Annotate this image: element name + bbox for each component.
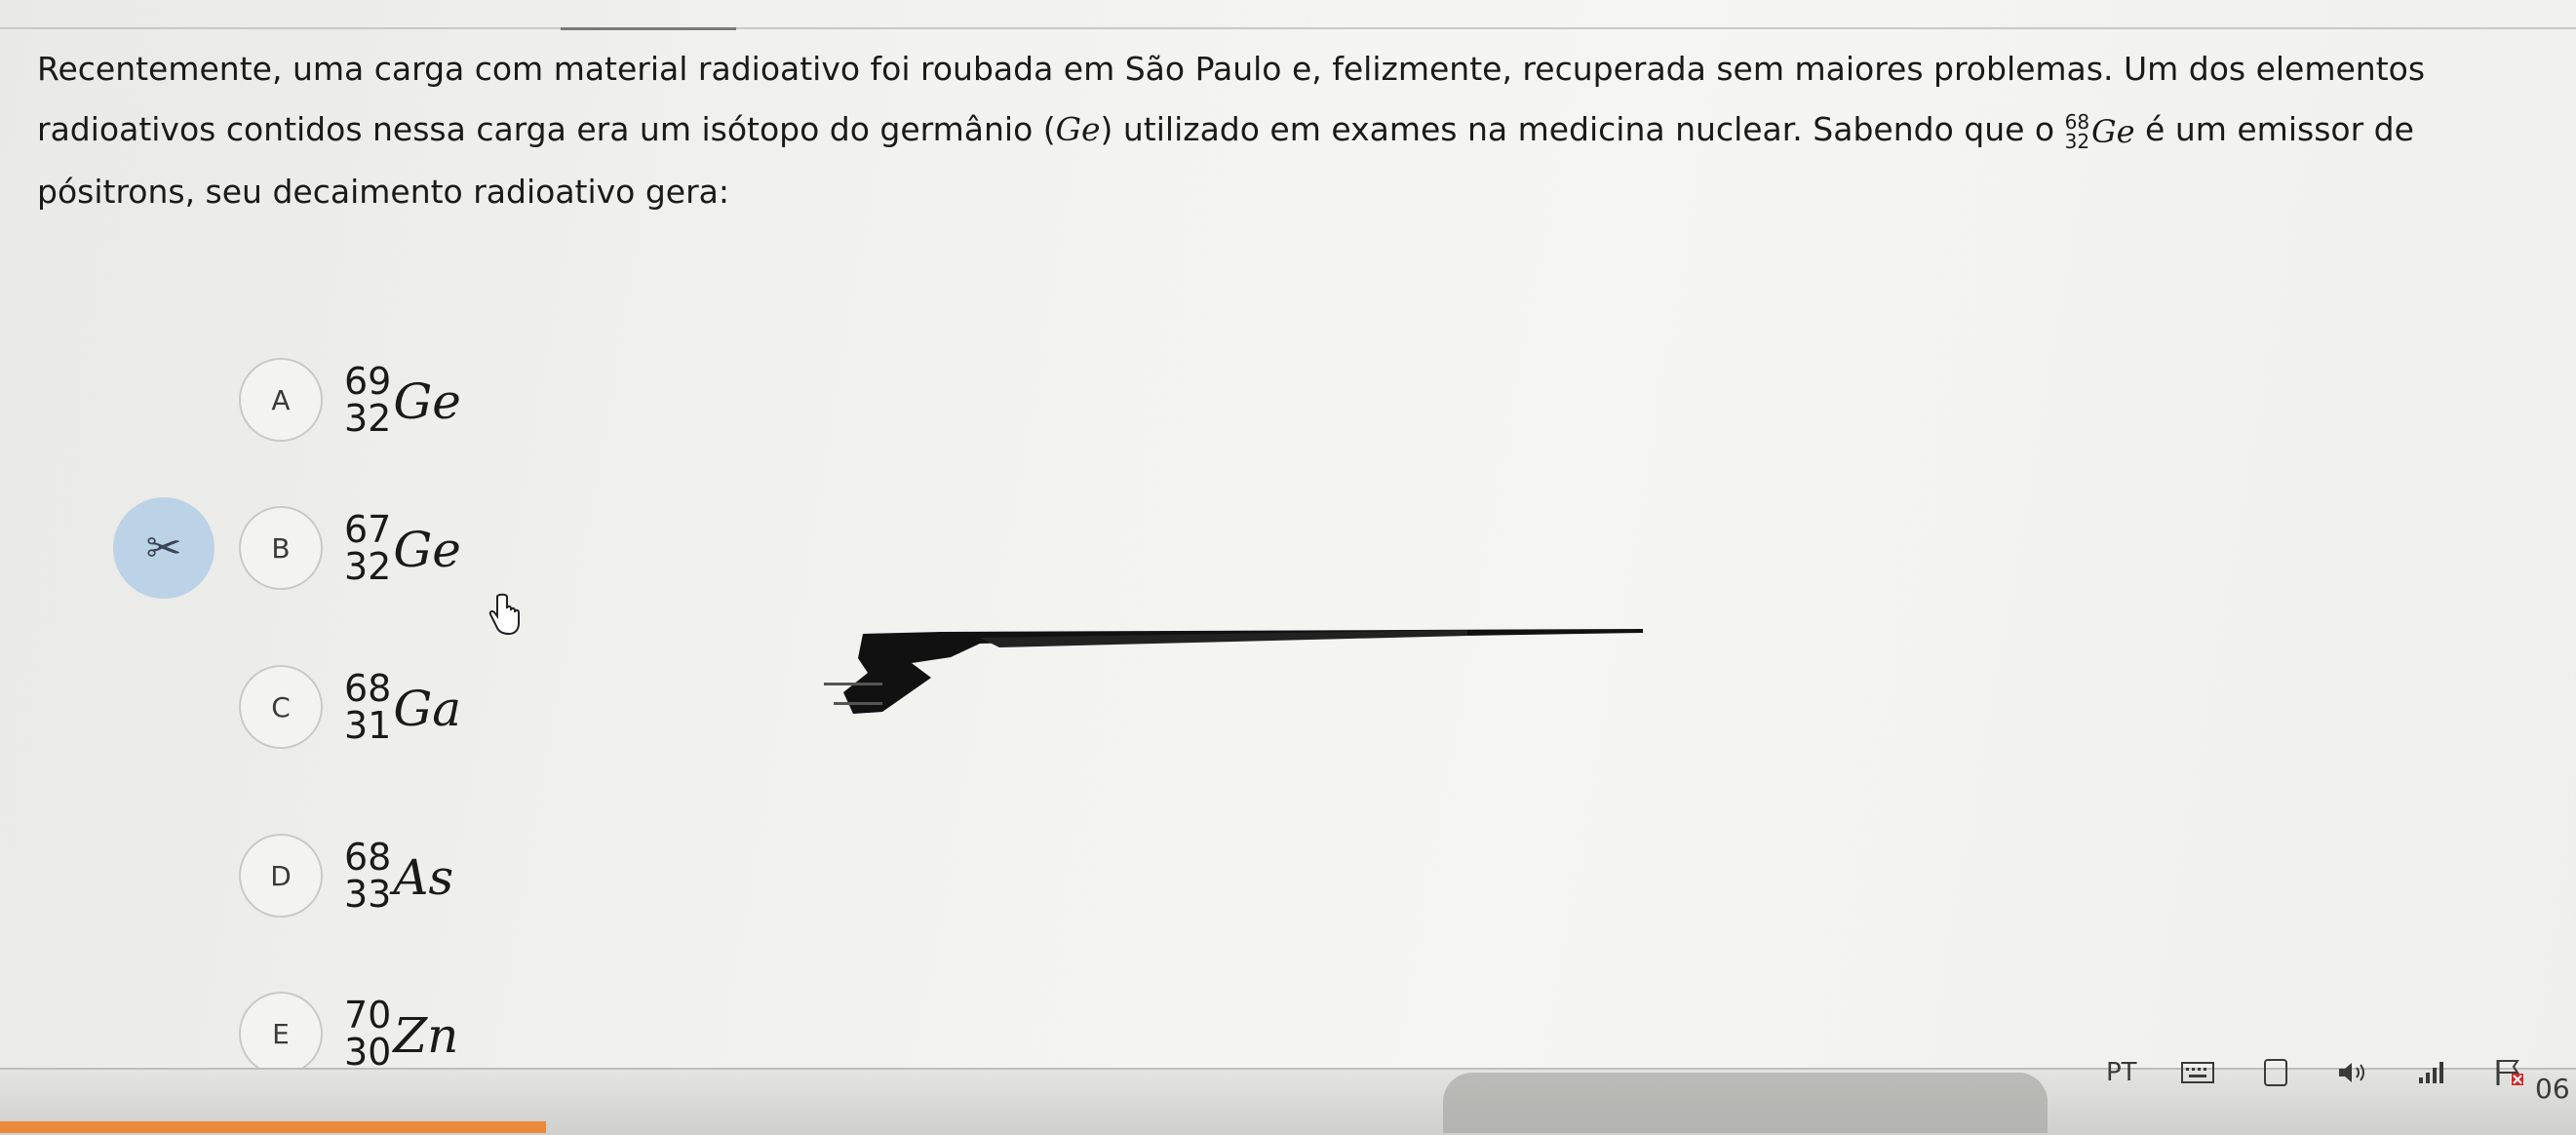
- atomic-number: 32: [344, 545, 392, 588]
- option-answer: 68 31 Ga: [344, 670, 461, 744]
- language-indicator[interactable]: PT: [2106, 1058, 2137, 1087]
- mass-number: 68: [344, 667, 392, 710]
- element-symbol: Ge: [393, 373, 461, 430]
- inline-atomic-number: 32: [2064, 129, 2090, 153]
- element-symbol: Ga: [393, 681, 462, 737]
- taskbar-apps-area[interactable]: [1443, 1073, 2048, 1133]
- question-text: Recentemente, uma carga com material rad…: [37, 39, 2484, 222]
- question-element: Ge: [1055, 110, 1101, 148]
- question-line-2-pre: radioativos contidos nessa carga era um …: [37, 110, 1056, 148]
- element-symbol: Ge: [393, 522, 461, 578]
- inline-mass-number: 68: [2064, 109, 2090, 134]
- mass-number: 70: [344, 994, 392, 1037]
- question-line-2-post: é um emissor de: [2134, 110, 2414, 148]
- option-answer: 67 32 Ge: [344, 511, 461, 585]
- mass-number: 69: [344, 360, 392, 403]
- question-line-2-mid: ) utilizado em exames na medicina nuclea…: [1100, 110, 2065, 148]
- volume-icon[interactable]: [2336, 1059, 2371, 1086]
- option-answer: 68 33 As: [344, 839, 453, 913]
- taskbar-active-app[interactable]: [0, 1121, 546, 1133]
- mass-number: 67: [344, 508, 392, 551]
- atomic-number: 33: [344, 873, 392, 916]
- element-symbol: As: [393, 849, 454, 906]
- option-b[interactable]: B 67 32 Ge: [239, 499, 461, 597]
- keyboard-icon[interactable]: [2180, 1059, 2215, 1086]
- option-answer: 70 30 Zn: [344, 997, 458, 1071]
- option-answer: 69 32 Ge: [344, 363, 461, 437]
- atomic-number: 32: [344, 397, 392, 440]
- option-d[interactable]: D 68 33 As: [239, 827, 453, 924]
- question-inline-isotope: 68 32 Ge: [2065, 101, 2135, 162]
- atomic-number: 30: [344, 1031, 392, 1074]
- screen-smudge: [824, 629, 1643, 714]
- scissors-icon: ✂: [145, 523, 182, 573]
- signal-icon[interactable]: [2414, 1059, 2449, 1086]
- atomic-number: 31: [344, 704, 392, 747]
- hand-cursor-icon: [488, 593, 520, 636]
- top-divider: [0, 27, 2576, 29]
- option-letter[interactable]: E: [239, 992, 323, 1076]
- option-letter[interactable]: B: [239, 506, 323, 590]
- option-a[interactable]: A 69 32 Ge: [239, 351, 461, 449]
- option-letter[interactable]: D: [239, 834, 323, 918]
- active-tab-indicator: [561, 27, 736, 30]
- element-symbol: Zn: [393, 1007, 459, 1064]
- option-letter[interactable]: C: [239, 665, 323, 749]
- tablet-icon[interactable]: [2258, 1059, 2293, 1086]
- mass-number: 68: [344, 836, 392, 879]
- question-line-1: Recentemente, uma carga com material rad…: [37, 50, 2426, 88]
- inline-symbol: Ge: [2091, 112, 2135, 150]
- eliminate-option-button[interactable]: ✂: [113, 497, 215, 599]
- option-letter[interactable]: A: [239, 358, 323, 442]
- question-line-3: pósitrons, seu decaimento radioativo ger…: [37, 172, 730, 211]
- option-c[interactable]: C 68 31 Ga: [239, 658, 461, 756]
- clock[interactable]: 06: [2535, 1073, 2570, 1105]
- flag-icon[interactable]: [2492, 1059, 2527, 1086]
- system-tray: PT: [2106, 1058, 2527, 1087]
